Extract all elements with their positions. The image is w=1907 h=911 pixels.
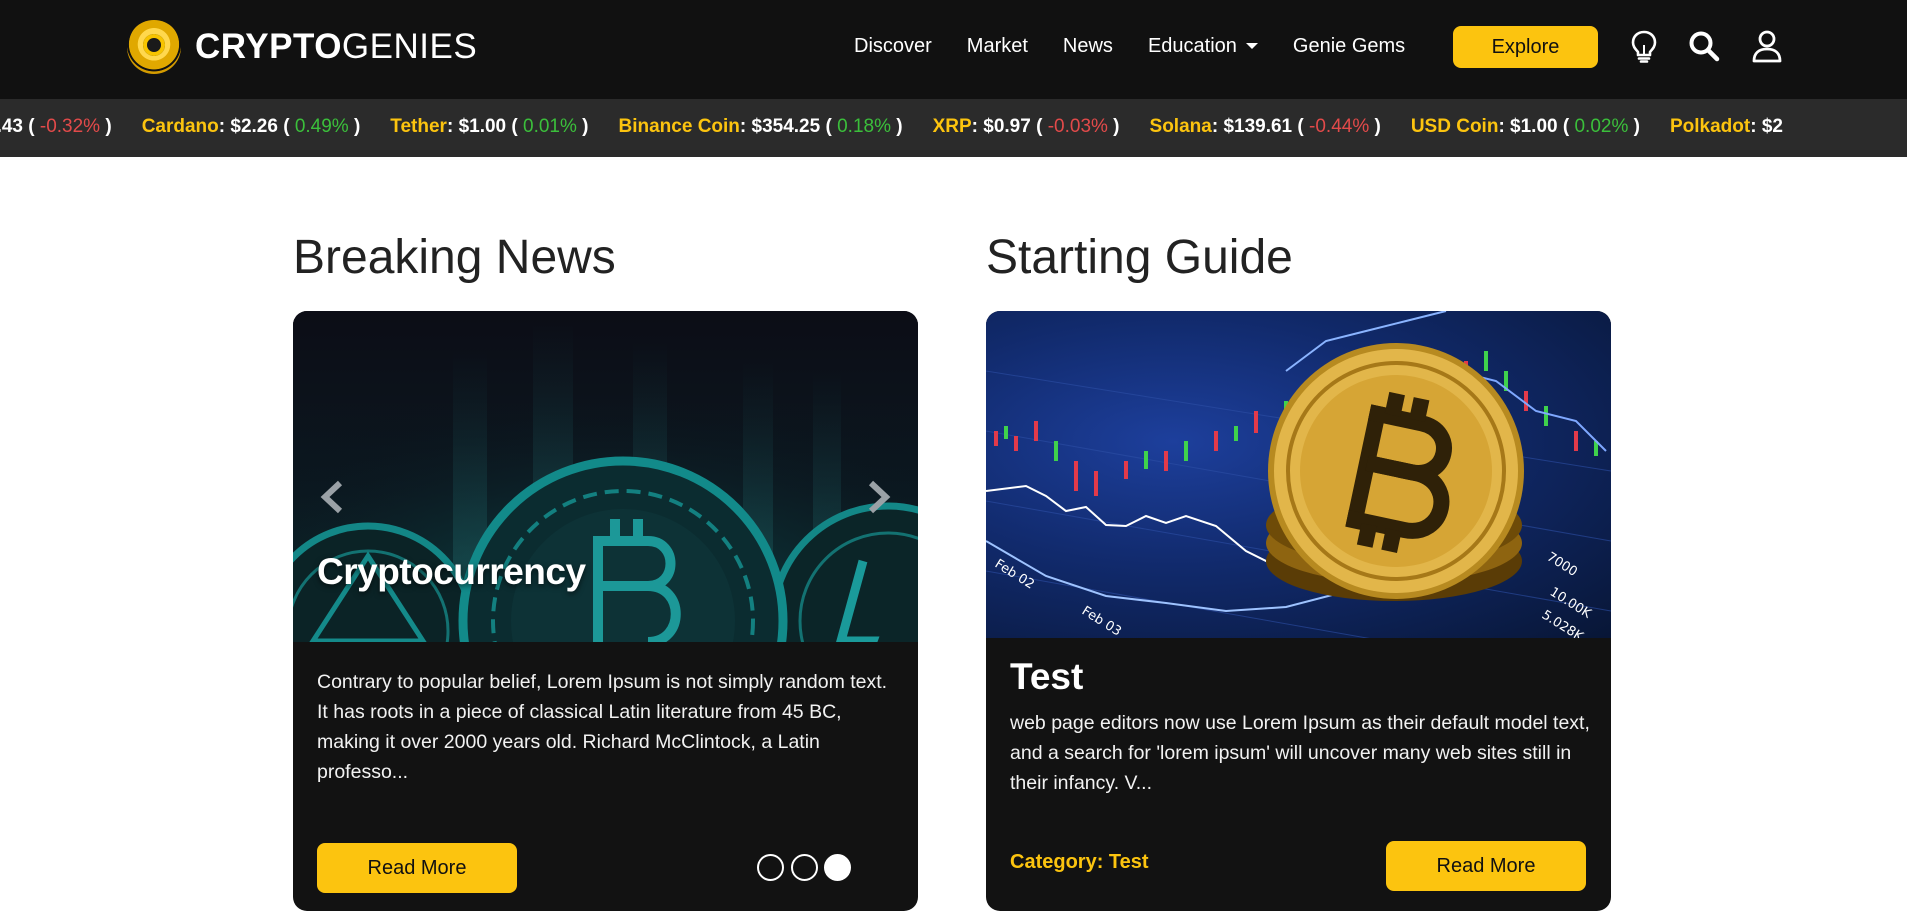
nav-link-news[interactable]: News — [1063, 35, 1113, 58]
carousel-dot-3[interactable] — [824, 854, 851, 881]
ticker-item: Cardano: $2.26 ( 0.49% ) — [141, 116, 361, 137]
bitcoin-chart-image: Feb 02 Feb 03 7000 10.00K 5.028K — [986, 311, 1611, 638]
guide-title: Test — [1010, 656, 1084, 697]
ticker-item: Binance Coin: $354.25 ( 0.18% ) — [618, 116, 903, 137]
starting-guide-heading: Starting Guide — [986, 231, 1293, 284]
ticker-price: 3.43 — [0, 116, 23, 137]
ticker-change: 0.49% — [294, 116, 349, 137]
guide-read-more-button[interactable]: Read More — [1386, 841, 1586, 891]
ticker-price: $2 — [1761, 116, 1783, 137]
ticker-change: 0.02% — [1574, 116, 1629, 137]
slide-title: Cryptocurrency — [317, 551, 586, 592]
chart-label-7000: 7000 — [1544, 550, 1580, 580]
news-read-more-button[interactable]: Read More — [317, 843, 517, 893]
navbar: CRYPTOGENIES Discover Market News Educat… — [0, 0, 1907, 99]
ticker-change: 0.01% — [523, 116, 577, 137]
chart-label-feb-03: Feb 03 — [1079, 604, 1124, 638]
ticker-change: -0.32% — [39, 116, 101, 137]
search-icon[interactable] — [1686, 28, 1722, 64]
ticker-change: 0.18% — [837, 116, 891, 137]
news-slide-image: Cryptocurrency — [293, 311, 918, 642]
brand-name: CRYPTOGENIES — [195, 27, 478, 66]
ticker-coin-name: Cardano — [141, 116, 219, 137]
ticker-price: $1.00 — [1510, 116, 1558, 137]
ticker-coin-name: Solana — [1149, 116, 1212, 137]
explore-button[interactable]: Explore — [1453, 26, 1598, 68]
carousel-dot-1[interactable] — [757, 854, 784, 881]
ticker-change: -0.44% — [1309, 116, 1370, 137]
ticker-item: 3.43 ( -0.32% ) — [0, 116, 112, 138]
chevron-left-icon[interactable] — [313, 477, 353, 517]
nav-link-education-label: Education — [1147, 34, 1237, 57]
ticker-item: XRP: $0.97 ( -0.03% ) — [932, 116, 1120, 137]
nav-links: Discover Market News Education Genie Gem… — [854, 30, 1440, 62]
ticker-price: $1.00 — [458, 116, 507, 137]
breaking-news-heading: Breaking News — [293, 231, 616, 284]
ticker-coin-name: XRP — [932, 116, 972, 137]
chevron-right-icon[interactable] — [858, 477, 898, 517]
caret-down-icon — [1245, 43, 1258, 49]
ticker-item: Solana: $139.61 ( -0.44% ) — [1149, 116, 1381, 137]
genie-logo-icon — [127, 20, 181, 74]
nav-link-education[interactable]: Education — [1148, 35, 1258, 58]
chart-label-feb-02: Feb 02 — [992, 557, 1037, 593]
nav-link-discover[interactable]: Discover — [854, 35, 932, 58]
starting-guide-card: Feb 02 Feb 03 7000 10.00K 5.028K Test we… — [986, 311, 1611, 911]
ticker-coin-name: Polkadot — [1669, 116, 1751, 137]
nav-link-genie-gems[interactable]: Genie Gems — [1293, 35, 1405, 58]
ticker-item: Tether: $1.00 ( 0.01% ) — [390, 116, 589, 137]
breaking-news-card: Cryptocurrency Contrary to popular belie… — [293, 311, 918, 911]
bitcoin-chart-illustration: Feb 02 Feb 03 7000 10.00K 5.028K — [986, 311, 1611, 638]
ticker-price: $2.26 — [230, 116, 278, 137]
guide-category: Category: Test — [1010, 851, 1149, 873]
ticker-track: 3.43 ( -0.32% ) Cardano: $2.26 ( 0.49% ) T… — [0, 116, 1813, 138]
ticker-coin-name: Binance Coin — [618, 116, 740, 137]
user-icon[interactable] — [1749, 28, 1785, 64]
ticker-price: $139.61 — [1223, 116, 1293, 137]
brand-logo[interactable]: CRYPTOGENIES — [127, 20, 477, 74]
ticker-coin-name: Tether — [390, 116, 447, 137]
ticker-price: $0.97 — [983, 116, 1031, 137]
news-excerpt: Contrary to popular belief, Lorem Ipsum … — [317, 671, 888, 783]
ticker-price: $354.25 — [751, 116, 821, 137]
ticker-change: -0.03% — [1047, 116, 1108, 137]
ticker-item: USD Coin: $1.00 ( 0.02% ) — [1410, 116, 1640, 137]
ticker-item: Polkadot: $2 — [1669, 116, 1783, 137]
lightbulb-icon[interactable] — [1626, 28, 1662, 64]
guide-excerpt: web page editors now use Lorem Ipsum as … — [1010, 712, 1590, 794]
carousel-dot-2[interactable] — [791, 854, 818, 881]
price-ticker: 3.43 ( -0.32% ) Cardano: $2.26 ( 0.49% ) T… — [0, 99, 1907, 157]
ticker-coin-name: USD Coin — [1410, 116, 1499, 137]
nav-link-market[interactable]: Market — [967, 35, 1028, 58]
